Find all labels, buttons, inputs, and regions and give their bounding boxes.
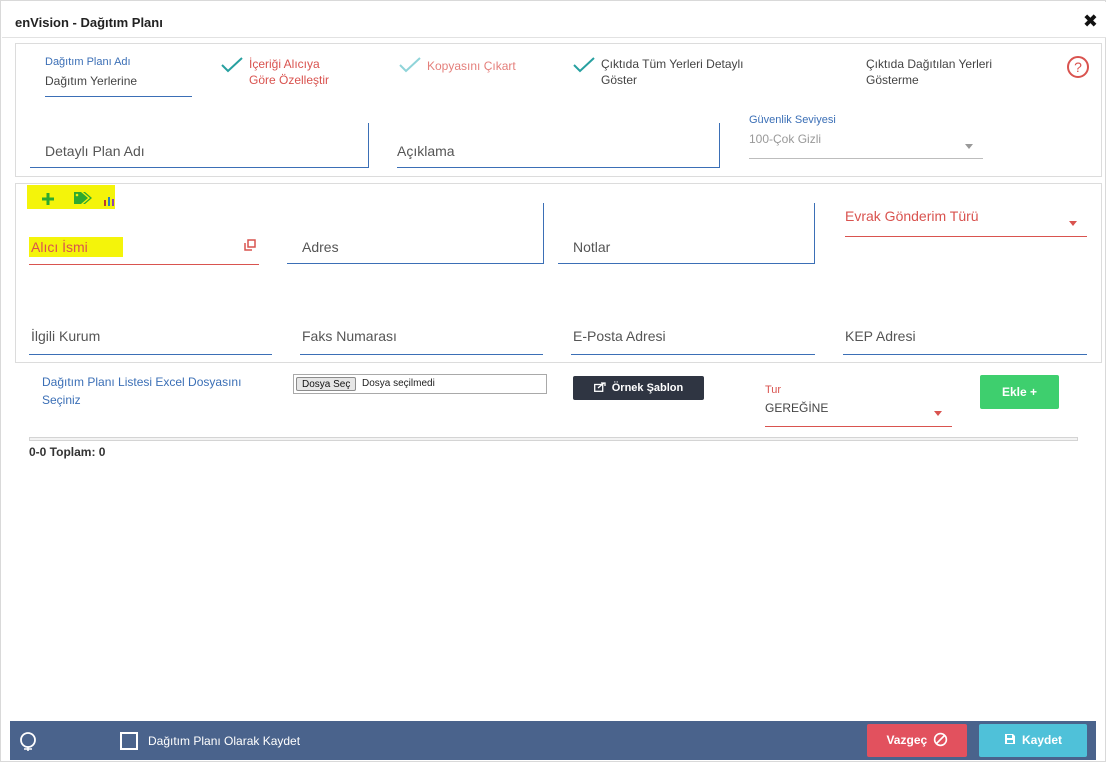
detail-plan-underline: [30, 167, 369, 168]
close-icon[interactable]: ✖: [1083, 11, 1098, 32]
sample-template-label: Örnek Şablon: [611, 382, 684, 394]
fax-underline: [300, 354, 543, 355]
email-input[interactable]: E-Posta Adresi: [573, 328, 666, 344]
check-icon[interactable]: [573, 57, 595, 73]
tags-icon[interactable]: [73, 191, 93, 205]
institution-input[interactable]: İlgili Kurum: [31, 328, 100, 344]
popup-select-icon[interactable]: [244, 239, 256, 251]
option-show-detailed-line2[interactable]: Göster: [601, 73, 637, 88]
detail-plan-border: [368, 123, 369, 168]
chevron-down-icon[interactable]: [934, 411, 942, 416]
description-input[interactable]: Açıklama: [397, 143, 455, 159]
fax-input[interactable]: Faks Numarası: [302, 328, 397, 344]
address-input[interactable]: Adres: [302, 239, 339, 255]
file-status: Dosya seçilmedi: [362, 378, 435, 389]
plan-name-label: Dağıtım Planı Adı: [45, 56, 131, 68]
option-show-detailed-line1[interactable]: Çıktıda Tüm Yerleri Detaylı: [601, 57, 744, 72]
globe-icon[interactable]: [18, 731, 38, 753]
sample-template-button[interactable]: Örnek Şablon: [573, 376, 704, 400]
save-button[interactable]: Kaydet: [979, 724, 1087, 757]
option-customize-line2[interactable]: Göre Özelleştir: [249, 73, 329, 88]
plan-name-input[interactable]: Dağıtım Yerlerine: [45, 74, 137, 88]
send-type-select[interactable]: Evrak Gönderim Türü: [845, 208, 979, 224]
save-label: Kaydet: [1021, 733, 1062, 747]
recipient-name-input[interactable]: Alıcı İsmi: [31, 239, 88, 255]
excel-label-line1: Dağıtım Planı Listesi Excel Dosyasını: [42, 375, 242, 389]
description-border: [719, 123, 720, 168]
option-customize-line1[interactable]: İçeriği Alıcıya: [249, 57, 320, 72]
list-total: 0-0 Toplam: 0: [29, 445, 106, 459]
description-underline: [397, 167, 720, 168]
list-scrollbar[interactable]: [29, 437, 1078, 441]
add-icon[interactable]: [41, 192, 55, 206]
type-label: Tur: [765, 384, 782, 396]
detail-plan-name-input[interactable]: Detaylı Plan Adı: [45, 143, 145, 159]
add-button[interactable]: Ekle +: [980, 375, 1059, 409]
security-level-label: Güvenlik Seviyesi: [749, 114, 836, 126]
address-underline: [287, 263, 543, 264]
chevron-down-icon[interactable]: [1069, 221, 1077, 226]
type-select[interactable]: GEREĞİNE: [765, 401, 828, 415]
option-copy[interactable]: Kopyasını Çıkart: [427, 59, 516, 74]
option-hide-distributed-line1[interactable]: Çıktıda Dağıtılan Yerleri: [866, 57, 992, 72]
notes-border: [814, 203, 815, 264]
check-icon[interactable]: [221, 57, 243, 73]
security-level-underline: [749, 158, 983, 159]
help-icon[interactable]: ?: [1067, 56, 1089, 78]
chart-icon[interactable]: [103, 194, 117, 206]
dialog-window: enVision - Dağıtım Planı ✖ Dağıtım Planı…: [0, 0, 1106, 762]
export-icon: [593, 382, 606, 392]
title-bar: enVision - Dağıtım Planı ✖: [2, 2, 1106, 38]
plan-name-underline: [45, 96, 192, 97]
floppy-icon: [1004, 734, 1015, 744]
kep-underline: [843, 354, 1087, 355]
excel-file-input[interactable]: Dosya Seç Dosya seçilmedi: [293, 374, 547, 394]
cancel-label: Vazgeç: [886, 733, 928, 747]
chevron-down-icon[interactable]: [965, 144, 973, 149]
choose-file-button[interactable]: Dosya Seç: [296, 377, 357, 391]
recipient-name-underline: [29, 264, 259, 265]
kep-input[interactable]: KEP Adresi: [845, 328, 916, 344]
cancel-button[interactable]: Vazgeç: [867, 724, 967, 757]
notes-input[interactable]: Notlar: [573, 239, 610, 255]
option-hide-distributed-line2[interactable]: Gösterme: [866, 73, 919, 88]
ban-icon: [933, 732, 947, 747]
email-underline: [571, 354, 815, 355]
type-underline: [765, 426, 952, 427]
excel-label-line2: Seçiniz: [42, 393, 81, 407]
send-type-underline: [845, 236, 1087, 237]
address-border: [543, 203, 544, 264]
check-icon[interactable]: [399, 57, 421, 73]
save-as-plan-checkbox[interactable]: [120, 732, 138, 750]
notes-underline: [558, 263, 815, 264]
save-as-plan-label[interactable]: Dağıtım Planı Olarak Kaydet: [148, 734, 300, 748]
institution-underline: [29, 354, 272, 355]
footer-bar: Dağıtım Planı Olarak Kaydet Vazgeç Kayde…: [10, 721, 1096, 760]
window-title: enVision - Dağıtım Planı: [15, 15, 163, 30]
security-level-select[interactable]: 100-Çok Gizli: [749, 132, 821, 146]
